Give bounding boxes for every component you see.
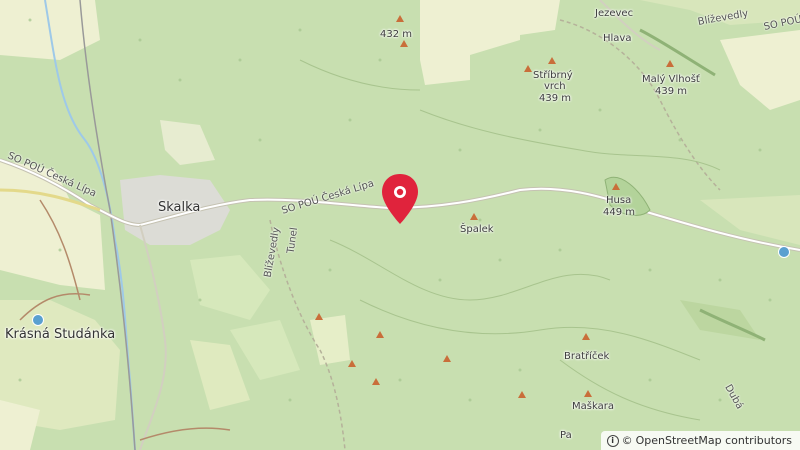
peak-elevation-maly-vlhost: 439 m [655, 86, 688, 97]
peak-elevation-label: 432 m [380, 29, 413, 40]
attribution-link[interactable]: OpenStreetMap contributors [636, 434, 792, 447]
peak-icon [524, 65, 532, 72]
peak-icon [376, 331, 384, 338]
peak-icon [396, 15, 404, 22]
location-pin-icon[interactable] [378, 172, 422, 228]
peak-label-spalek: Špalek [460, 224, 494, 235]
peak-icon [548, 57, 556, 64]
map-attribution: i © OpenStreetMap contributors [600, 431, 800, 450]
peak-icon [348, 360, 356, 367]
water-poi-icon [32, 314, 44, 326]
place-label-jezevec: Jezevec [595, 8, 634, 19]
peak-icon [400, 40, 408, 47]
town-label-krasna-studanka: Krásná Studánka [5, 327, 116, 342]
map-canvas[interactable]: 432 m Jezevec Hlava Stříbrný vrch 439 m … [0, 0, 800, 450]
place-label-pa: Pa [560, 430, 572, 441]
peak-icon [584, 390, 592, 397]
peak-icon [518, 391, 526, 398]
peak-label-stribrny: Stříbrný [533, 70, 573, 81]
place-label-hlava: Hlava [603, 33, 632, 44]
peak-label-maskara: Maškara [572, 401, 614, 412]
peak-icon [666, 60, 674, 67]
peak-label-stribrny-2: vrch [544, 81, 566, 92]
peak-icon [612, 183, 620, 190]
water-poi-icon [778, 246, 790, 258]
town-label-skalka: Skalka [158, 200, 201, 215]
peak-icon [443, 355, 451, 362]
peak-elevation-husa: 449 m [603, 207, 636, 218]
peak-icon [372, 378, 380, 385]
peak-icon [315, 313, 323, 320]
info-icon[interactable]: i [606, 434, 619, 447]
peak-label-maly-vlhost: Malý Vlhošť [642, 74, 700, 85]
peak-label-bratricek: Bratříček [564, 351, 610, 362]
peak-icon [470, 213, 478, 220]
peak-elevation-stribrny: 439 m [539, 93, 572, 104]
copyright-symbol: © [621, 434, 633, 447]
peak-label-husa: Husa [606, 195, 632, 206]
peak-icon [582, 333, 590, 340]
